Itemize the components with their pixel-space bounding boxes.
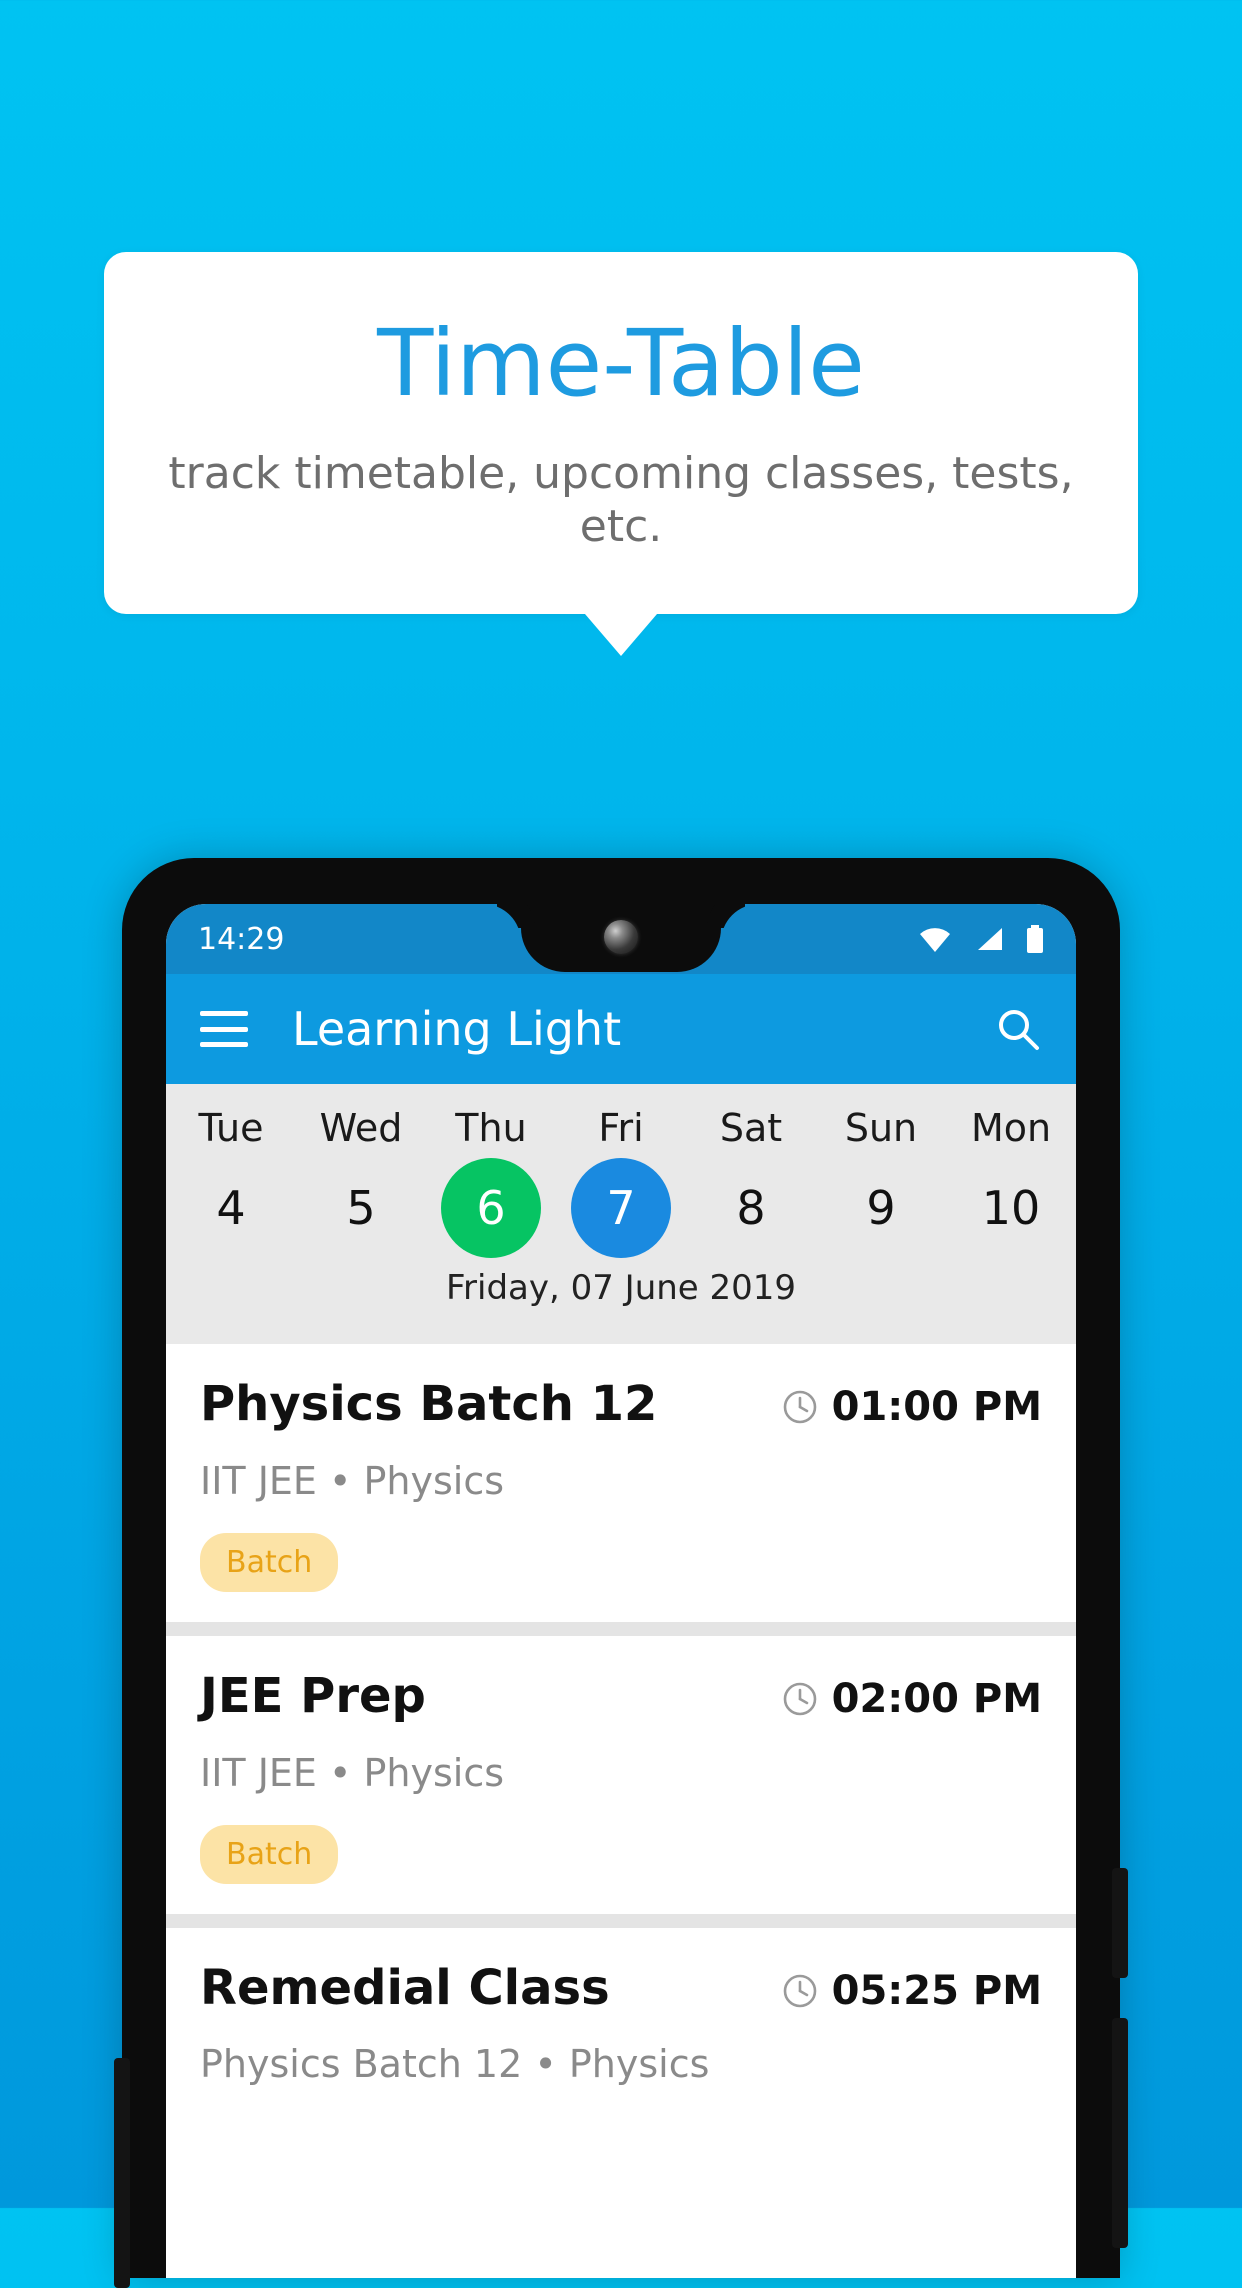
promo-bubble: Time-Table track timetable, upcoming cla… (104, 252, 1138, 656)
list-item[interactable]: JEE Prep 02:00 PM IIT JEE • Physics Batc… (166, 1635, 1076, 1914)
event-time-group: 01:00 PM (782, 1378, 1042, 1430)
phone-mockup: 14:29 Learning Light Tue Wed Thu Fri Sat… (114, 858, 1128, 2288)
front-camera-icon (604, 920, 638, 954)
clock-icon (782, 1681, 818, 1717)
day-cell-2[interactable]: Thu (426, 1096, 556, 1154)
date-strip: Tue Wed Thu Fri Sat Sun Mon 4 5 6 7 8 9 … (166, 1084, 1076, 1344)
app-bar: Learning Light (166, 974, 1076, 1084)
status-bar-icons (918, 925, 1044, 953)
event-time: 01:00 PM (831, 1384, 1042, 1430)
phone-volume-button (1112, 2018, 1128, 2248)
list-item[interactable]: Remedial Class 05:25 PM Physics Batch 12… (166, 1927, 1076, 2117)
day-cell-3[interactable]: Fri (556, 1096, 686, 1154)
event-title: Physics Batch 12 (200, 1376, 658, 1432)
phone-notch (521, 904, 721, 972)
event-time-group: 05:25 PM (782, 1962, 1042, 2014)
wifi-icon (918, 926, 952, 952)
promo-subtitle: track timetable, upcoming classes, tests… (168, 448, 1074, 552)
day-cell-6[interactable]: Mon (946, 1096, 1076, 1154)
date-number-selected: 7 (571, 1158, 671, 1258)
signal-icon (974, 926, 1004, 952)
day-labels-row: Tue Wed Thu Fri Sat Sun Mon (166, 1096, 1076, 1154)
date-cell-6[interactable]: 10 (946, 1154, 1076, 1262)
clock-icon (782, 1973, 818, 2009)
date-cell-4[interactable]: 8 (686, 1154, 816, 1262)
date-number: 5 (346, 1181, 376, 1235)
battery-icon (1026, 925, 1044, 953)
date-number: 10 (981, 1181, 1041, 1235)
day-label: Wed (319, 1106, 403, 1150)
date-cell-0[interactable]: 4 (166, 1154, 296, 1262)
date-cell-2[interactable]: 6 (426, 1154, 556, 1262)
phone-power-button (1112, 1868, 1128, 1978)
date-number: 8 (736, 1181, 766, 1235)
day-label: Tue (198, 1106, 264, 1150)
list-item[interactable]: Physics Batch 12 01:00 PM IIT JEE • Phys… (166, 1344, 1076, 1622)
date-cell-3[interactable]: 7 (556, 1154, 686, 1262)
event-title: JEE Prep (200, 1667, 426, 1724)
event-subtitle: IIT JEE • Physics (200, 1750, 505, 1795)
day-cell-0[interactable]: Tue (166, 1096, 296, 1154)
status-badge: Batch (200, 1532, 339, 1592)
day-cell-4[interactable]: Sat (686, 1096, 816, 1154)
event-subtitle: IIT JEE • Physics (200, 1458, 505, 1503)
event-list: Physics Batch 12 01:00 PM IIT JEE • Phys… (166, 1344, 1076, 2117)
event-time: 02:00 PM (831, 1675, 1042, 1722)
day-label: Fri (598, 1106, 644, 1150)
promo-title: Time-Table (377, 310, 865, 417)
day-label: Sun (844, 1106, 918, 1150)
day-label: Thu (455, 1106, 527, 1150)
phone-screen: 14:29 Learning Light Tue Wed Thu Fri Sat… (166, 904, 1076, 2278)
date-number-today: 6 (441, 1158, 541, 1258)
day-label: Mon (970, 1106, 1052, 1150)
day-cell-1[interactable]: Wed (296, 1096, 426, 1154)
hamburger-menu-icon[interactable] (200, 1011, 248, 1047)
day-numbers-row: 4 5 6 7 8 9 10 (166, 1154, 1076, 1262)
status-bar-clock: 14:29 (198, 921, 285, 957)
day-label: Sat (719, 1106, 783, 1150)
phone-left-button (114, 2058, 130, 2288)
day-cell-5[interactable]: Sun (816, 1096, 946, 1154)
app-bar-title: Learning Light (292, 1002, 622, 1056)
date-number: 4 (216, 1181, 246, 1235)
event-title: Remedial Class (200, 1959, 610, 2016)
date-cell-1[interactable]: 5 (296, 1154, 426, 1262)
promo-bubble-tail (585, 613, 657, 656)
date-cell-5[interactable]: 9 (816, 1154, 946, 1262)
clock-icon (782, 1389, 818, 1425)
selected-date-label: Friday, 07 June 2019 (445, 1268, 797, 1308)
date-number: 9 (866, 1181, 896, 1235)
promo-bubble-card: Time-Table track timetable, upcoming cla… (104, 252, 1138, 614)
status-badge: Batch (200, 1824, 339, 1884)
event-time-group: 02:00 PM (782, 1670, 1042, 1722)
event-subtitle: Physics Batch 12 • Physics (200, 2042, 710, 2087)
search-icon[interactable] (994, 1005, 1042, 1053)
event-time: 05:25 PM (831, 1967, 1042, 2014)
